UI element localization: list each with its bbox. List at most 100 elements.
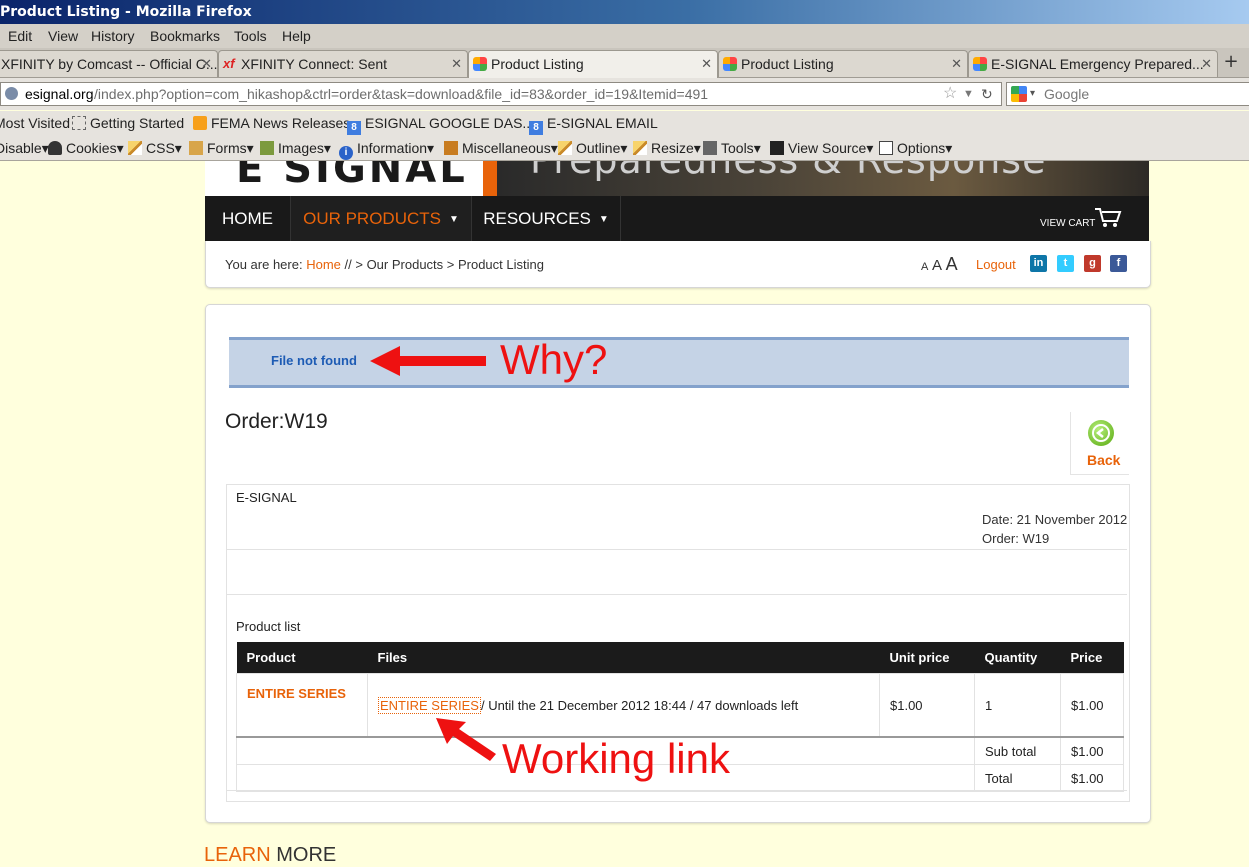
file-download-link[interactable]: ENTIRE SERIES <box>378 696 481 714</box>
dev-label: Tools <box>721 140 754 156</box>
tab-product-listing-active[interactable]: Product Listing ✕ <box>468 50 718 78</box>
close-tab-icon[interactable]: ✕ <box>1201 51 1212 77</box>
breadcrumb: You are here: Home // > Our Products > P… <box>225 257 544 272</box>
menu-history[interactable]: History <box>91 28 135 44</box>
nav-our-products[interactable]: OUR PRODUCTS ▼ <box>291 196 472 241</box>
total-label: Total <box>974 764 1061 792</box>
dev-information[interactable]: i Information▾ <box>339 140 434 160</box>
tab-product-listing[interactable]: Product Listing ✕ <box>718 50 968 77</box>
menu-help[interactable]: Help <box>282 28 311 44</box>
back-arrow-icon[interactable] <box>1088 420 1114 446</box>
font-size-medium[interactable]: A <box>932 257 942 274</box>
back-label[interactable]: Back <box>1087 452 1120 468</box>
cookies-icon <box>48 141 62 155</box>
dev-label: Options <box>897 140 946 156</box>
file-download-info: / Until the 21 December 2012 18:44 / 47 … <box>480 697 799 713</box>
nav-resources[interactable]: RESOURCES ▼ <box>472 196 621 241</box>
subtotal-label: Sub total <box>974 736 1061 765</box>
order-number: Order: W19 <box>982 531 1050 546</box>
linkedin-icon[interactable]: in <box>1030 255 1047 272</box>
order-title: Order:W19 <box>225 410 328 433</box>
tab-xfinity-home[interactable]: XFINITY by Comcast -- Official C... ✕ <box>0 50 218 77</box>
price-cell: $1.00 <box>1060 673 1124 738</box>
joomla-icon <box>473 57 487 71</box>
font-size-controls: A A A <box>921 254 958 275</box>
bookmark-fema-news[interactable]: FEMA News Releases <box>193 115 350 131</box>
facebook-icon[interactable]: f <box>1110 255 1127 272</box>
dev-cookies[interactable]: Cookies▾ <box>48 140 124 157</box>
breadcrumb-home-link[interactable]: Home <box>306 257 341 272</box>
googleplus-icon[interactable]: g <box>1084 255 1101 272</box>
dev-resize[interactable]: Resize▾ <box>633 140 701 157</box>
rss-icon <box>193 116 207 130</box>
close-tab-icon[interactable]: ✕ <box>201 51 212 77</box>
history-dropdown-icon[interactable]: ▼ <box>963 83 974 105</box>
reload-icon[interactable]: ↻ <box>981 83 993 105</box>
menu-bookmarks[interactable]: Bookmarks <box>150 28 220 44</box>
tab-esignal-emergency[interactable]: E-SIGNAL Emergency Prepared... ✕ <box>968 50 1218 77</box>
bookmark-esignal-email[interactable]: 8 E-SIGNAL EMAIL <box>529 115 658 135</box>
nav-home[interactable]: HOME <box>205 196 291 241</box>
window-titlebar: Product Listing - Mozilla Firefox <box>0 0 1249 24</box>
bookmark-most-visited[interactable]: Most Visited <box>0 115 70 131</box>
dev-label: Miscellaneous <box>462 140 551 156</box>
search-engine-dropdown-icon[interactable]: ▾ <box>1030 83 1035 105</box>
tab-label: Product Listing <box>491 56 584 72</box>
logout-link[interactable]: Logout <box>976 257 1016 272</box>
web-developer-toolbar: Disable▾ Cookies▾ CSS▾ Forms▾ Images▾ iI… <box>0 136 1249 161</box>
miscellaneous-icon <box>444 141 458 155</box>
css-icon <box>128 141 142 155</box>
new-tab-button[interactable]: + <box>1217 50 1245 74</box>
bookmark-esignal-google[interactable]: 8 ESIGNAL GOOGLE DAS... <box>347 115 534 135</box>
view-cart-link[interactable]: VIEW CART <box>1040 218 1095 229</box>
font-size-small[interactable]: A <box>921 261 928 273</box>
cart-icon[interactable] <box>1094 206 1122 228</box>
globe-icon <box>5 87 18 100</box>
error-message: File not found <box>271 353 357 368</box>
dev-disable[interactable]: Disable▾ <box>0 140 49 157</box>
twitter-icon[interactable]: t <box>1057 255 1074 272</box>
font-size-large[interactable]: A <box>946 254 958 274</box>
google-icon[interactable] <box>1011 86 1027 102</box>
tools-icon <box>703 141 717 155</box>
annotation-arrow-icon <box>436 718 496 761</box>
column-header-product: Product <box>236 642 368 674</box>
dev-images[interactable]: Images▾ <box>260 140 331 157</box>
dev-forms[interactable]: Forms▾ <box>189 140 254 157</box>
tab-strip: XFINITY by Comcast -- Official C... ✕ xf… <box>0 48 1249 78</box>
dev-miscellaneous[interactable]: Miscellaneous▾ <box>444 140 558 157</box>
close-tab-icon[interactable]: ✕ <box>951 51 962 77</box>
close-tab-icon[interactable]: ✕ <box>451 51 462 77</box>
dev-tools[interactable]: Tools▾ <box>703 140 761 157</box>
bookmark-getting-started[interactable]: Getting Started <box>72 115 184 131</box>
nav-label: HOME <box>222 209 273 228</box>
column-header-quantity: Quantity <box>974 642 1061 674</box>
dev-label: CSS <box>146 140 175 156</box>
chevron-down-icon: ▼ <box>449 214 459 225</box>
menu-view[interactable]: View <box>48 28 78 44</box>
tab-label: XFINITY Connect: Sent <box>241 56 388 72</box>
dev-view-source[interactable]: View Source▾ <box>770 140 873 157</box>
close-tab-icon[interactable]: ✕ <box>701 51 712 77</box>
product-name-link[interactable]: ENTIRE SERIES <box>247 686 346 701</box>
unit-price-cell: $1.00 <box>879 673 975 738</box>
company-name: E-SIGNAL <box>236 490 297 505</box>
bookmark-star-icon[interactable]: ☆ <box>943 83 957 105</box>
subtotal-value: $1.00 <box>1060 736 1124 765</box>
dev-label: Cookies <box>66 140 117 156</box>
tab-xfinity-connect[interactable]: xf XFINITY Connect: Sent ✕ <box>218 50 468 77</box>
information-icon: i <box>339 146 353 160</box>
url-bar[interactable]: esignal.org /index.php?option=com_hikash… <box>0 82 1002 106</box>
learn-more-heading: LEARN MORE <box>204 844 336 867</box>
tab-label: Product Listing <box>741 56 834 72</box>
annotation-arrow-icon <box>370 346 486 376</box>
dev-options[interactable]: Options▾ <box>879 140 952 157</box>
search-bar[interactable]: ▾ Google <box>1006 82 1249 106</box>
dev-label: Resize <box>651 140 694 156</box>
dev-outline[interactable]: Outline▾ <box>558 140 627 157</box>
menu-edit[interactable]: Edit <box>8 28 32 44</box>
google-apps-icon: 8 <box>347 121 361 135</box>
menu-tools[interactable]: Tools <box>234 28 267 44</box>
dev-css[interactable]: CSS▾ <box>128 140 182 157</box>
dev-label: Information <box>357 140 428 156</box>
